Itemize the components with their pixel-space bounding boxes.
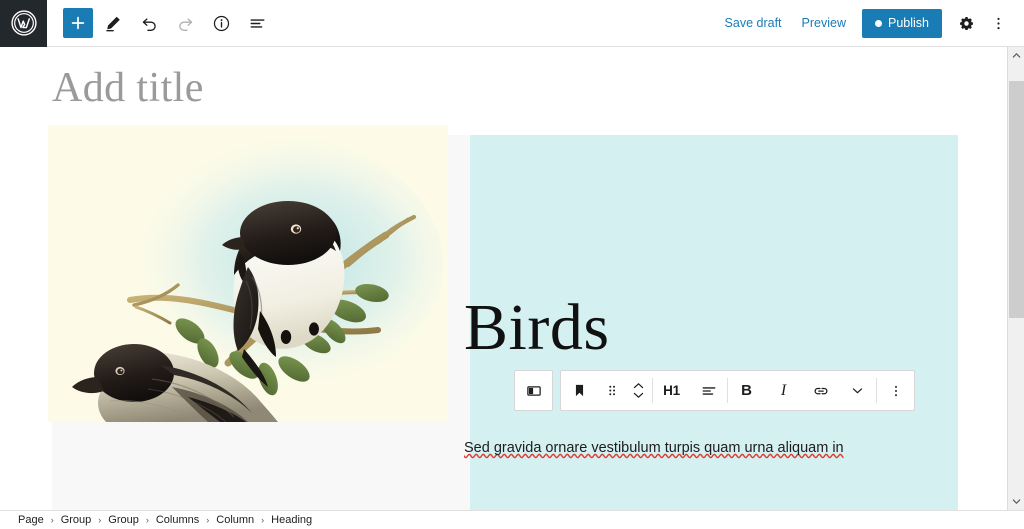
columns-icon[interactable] bbox=[515, 371, 552, 410]
wordpress-editor-window: Save draft Preview Publish Add title Bir… bbox=[0, 0, 1024, 529]
breadcrumb-item-columns[interactable]: Columns bbox=[156, 514, 199, 526]
bird-illustration-image-block[interactable] bbox=[48, 125, 448, 422]
chevron-down-icon[interactable] bbox=[839, 371, 876, 410]
bold-button[interactable]: B bbox=[728, 371, 765, 410]
top-bar-left-controls bbox=[63, 7, 273, 39]
list-view-icon[interactable] bbox=[241, 7, 273, 39]
breadcrumb-item-page[interactable]: Page bbox=[18, 514, 44, 526]
breadcrumb-separator: › bbox=[98, 515, 102, 525]
save-draft-button[interactable]: Save draft bbox=[715, 10, 792, 36]
block-options-three-dots-icon[interactable] bbox=[877, 371, 914, 410]
editor-canvas: Add title Birds Sed gravida ornare vesti… bbox=[0, 47, 1007, 510]
breadcrumb-item-group[interactable]: Group bbox=[108, 514, 139, 526]
breadcrumb-item-group[interactable]: Group bbox=[61, 514, 92, 526]
breadcrumb-item-heading[interactable]: Heading bbox=[271, 514, 312, 526]
block-controls-group: H1 B I bbox=[560, 370, 915, 411]
move-up-down-icon[interactable] bbox=[625, 371, 652, 410]
vertical-scrollbar[interactable] bbox=[1007, 47, 1024, 510]
add-block-button[interactable] bbox=[63, 8, 93, 38]
breadcrumb: Page › Group › Group › Columns › Column › Heading bbox=[0, 510, 1024, 529]
heading-block-icon[interactable] bbox=[561, 371, 598, 410]
paragraph-block[interactable]: Sed gravida ornare vestibulum turpis qua… bbox=[464, 437, 884, 460]
breadcrumb-separator: › bbox=[145, 515, 149, 525]
preview-button[interactable]: Preview bbox=[792, 10, 856, 36]
breadcrumb-separator: › bbox=[261, 515, 265, 525]
gear-icon[interactable] bbox=[950, 7, 982, 39]
undo-button[interactable] bbox=[133, 7, 165, 39]
post-title-input[interactable]: Add title bbox=[52, 61, 958, 116]
details-info-circle-icon[interactable] bbox=[205, 7, 237, 39]
publish-status-dot bbox=[875, 19, 882, 27]
wordpress-logo-icon[interactable] bbox=[0, 0, 47, 47]
publish-button[interactable]: Publish bbox=[862, 8, 942, 38]
editor-top-bar: Save draft Preview Publish bbox=[0, 0, 1024, 47]
paragraph-text: Sed gravida ornare vestibulum turpis qua… bbox=[464, 440, 844, 456]
breadcrumb-separator: › bbox=[50, 515, 54, 525]
parent-block-group bbox=[514, 370, 553, 411]
heading-block-birds[interactable]: Birds bbox=[464, 295, 610, 361]
align-left-icon[interactable] bbox=[690, 371, 727, 410]
top-bar-right-controls: Save draft Preview Publish bbox=[715, 7, 1014, 39]
top-bar-options-three-dots-icon[interactable] bbox=[982, 7, 1014, 39]
drag-handle-icon[interactable] bbox=[598, 371, 625, 410]
scrollbar-thumb[interactable] bbox=[1009, 81, 1024, 318]
scroll-up-chevron-icon[interactable] bbox=[1008, 47, 1024, 64]
redo-button[interactable] bbox=[169, 7, 201, 39]
italic-button[interactable]: I bbox=[765, 371, 802, 410]
breadcrumb-separator: › bbox=[206, 515, 210, 525]
link-icon[interactable] bbox=[802, 371, 839, 410]
block-toolbar: H1 B I bbox=[514, 370, 915, 411]
tools-pencil-button[interactable] bbox=[97, 7, 129, 39]
breadcrumb-item-column[interactable]: Column bbox=[216, 514, 254, 526]
scroll-down-chevron-icon[interactable] bbox=[1008, 493, 1024, 510]
publish-button-label: Publish bbox=[888, 16, 929, 30]
heading-level-button[interactable]: H1 bbox=[653, 371, 690, 410]
